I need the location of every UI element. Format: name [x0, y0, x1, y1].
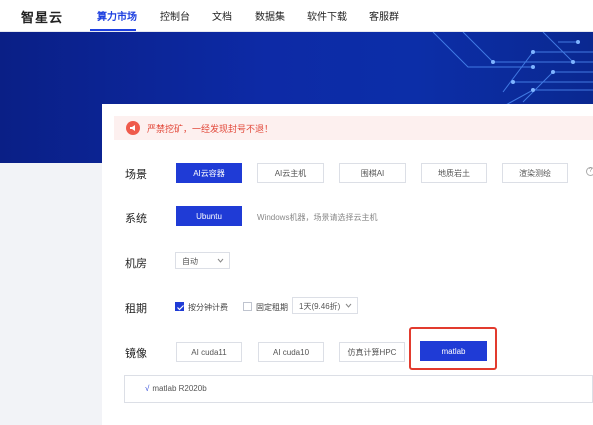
by-minute-checkbox[interactable]	[175, 302, 184, 311]
image-option-cuda11[interactable]: AI cuda11	[176, 342, 242, 362]
nav-item-docs[interactable]: 文档	[212, 8, 232, 23]
chevron-down-icon	[345, 303, 352, 308]
fixed-term-checkbox[interactable]	[243, 302, 252, 311]
nav-item-software-download[interactable]: 软件下载	[307, 8, 347, 23]
scene-option-render[interactable]: 渲染测绘	[502, 163, 568, 183]
scene-option-ai-container[interactable]: AI云容器	[176, 163, 242, 183]
active-tab-indicator	[90, 29, 136, 31]
brand-logo[interactable]: 智星云	[21, 7, 63, 26]
order-form-card: 严禁挖矿，一经发现封号不退！ 场景 AI云容器 AI云主机 围棋AI 地质岩土 …	[102, 104, 593, 425]
scene-option-geotech[interactable]: 地质岩土	[421, 163, 487, 183]
notice-text: 严禁挖矿，一经发现封号不退！	[147, 124, 274, 134]
nav-item-support-group[interactable]: 客服群	[369, 8, 399, 23]
fixed-term-label[interactable]: 固定租期	[256, 302, 288, 313]
scene-option-go-ai[interactable]: 围棋AI	[339, 163, 406, 183]
system-label: 系统	[125, 213, 147, 225]
duration-select[interactable]: 1天(9.46折)	[292, 297, 358, 314]
check-icon	[177, 305, 184, 311]
chevron-down-icon	[217, 258, 224, 263]
duration-select-value: 1天(9.46折)	[299, 302, 341, 311]
image-label: 镜像	[125, 348, 147, 360]
system-option-ubuntu[interactable]: Ubuntu	[176, 206, 242, 226]
room-select[interactable]: 自动	[175, 252, 230, 269]
by-minute-label[interactable]: 按分钟计费	[188, 302, 228, 313]
lease-label: 租期	[125, 303, 147, 315]
image-option-cuda10[interactable]: AI cuda10	[258, 342, 324, 362]
nav-item-datasets[interactable]: 数据集	[255, 8, 285, 23]
image-option-hpc[interactable]: 仿真计算HPC	[339, 342, 405, 362]
megaphone-icon	[126, 121, 140, 135]
selection-highlight	[409, 327, 497, 370]
room-label: 机房	[125, 258, 147, 270]
check-icon: √	[145, 384, 150, 393]
scene-option-ai-host[interactable]: AI云主机	[257, 163, 324, 183]
warning-notice: 严禁挖矿，一经发现封号不退！	[114, 116, 593, 140]
scene-label: 场景	[125, 169, 147, 181]
version-item-label: matlab R2020b	[152, 384, 207, 393]
nav-item-console[interactable]: 控制台	[160, 8, 190, 23]
system-hint: Windows机器，场景请选择云主机	[257, 213, 378, 222]
help-icon[interactable]: ?	[586, 167, 593, 176]
room-select-value: 自动	[182, 257, 198, 266]
version-item[interactable]: √ matlab R2020b	[145, 384, 207, 393]
top-nav: 智星云 算力市场 控制台 文档 数据集 软件下载 客服群	[0, 0, 593, 32]
image-version-list: √ matlab R2020b	[124, 375, 593, 403]
nav-item-compute-market[interactable]: 算力市场	[97, 8, 137, 23]
